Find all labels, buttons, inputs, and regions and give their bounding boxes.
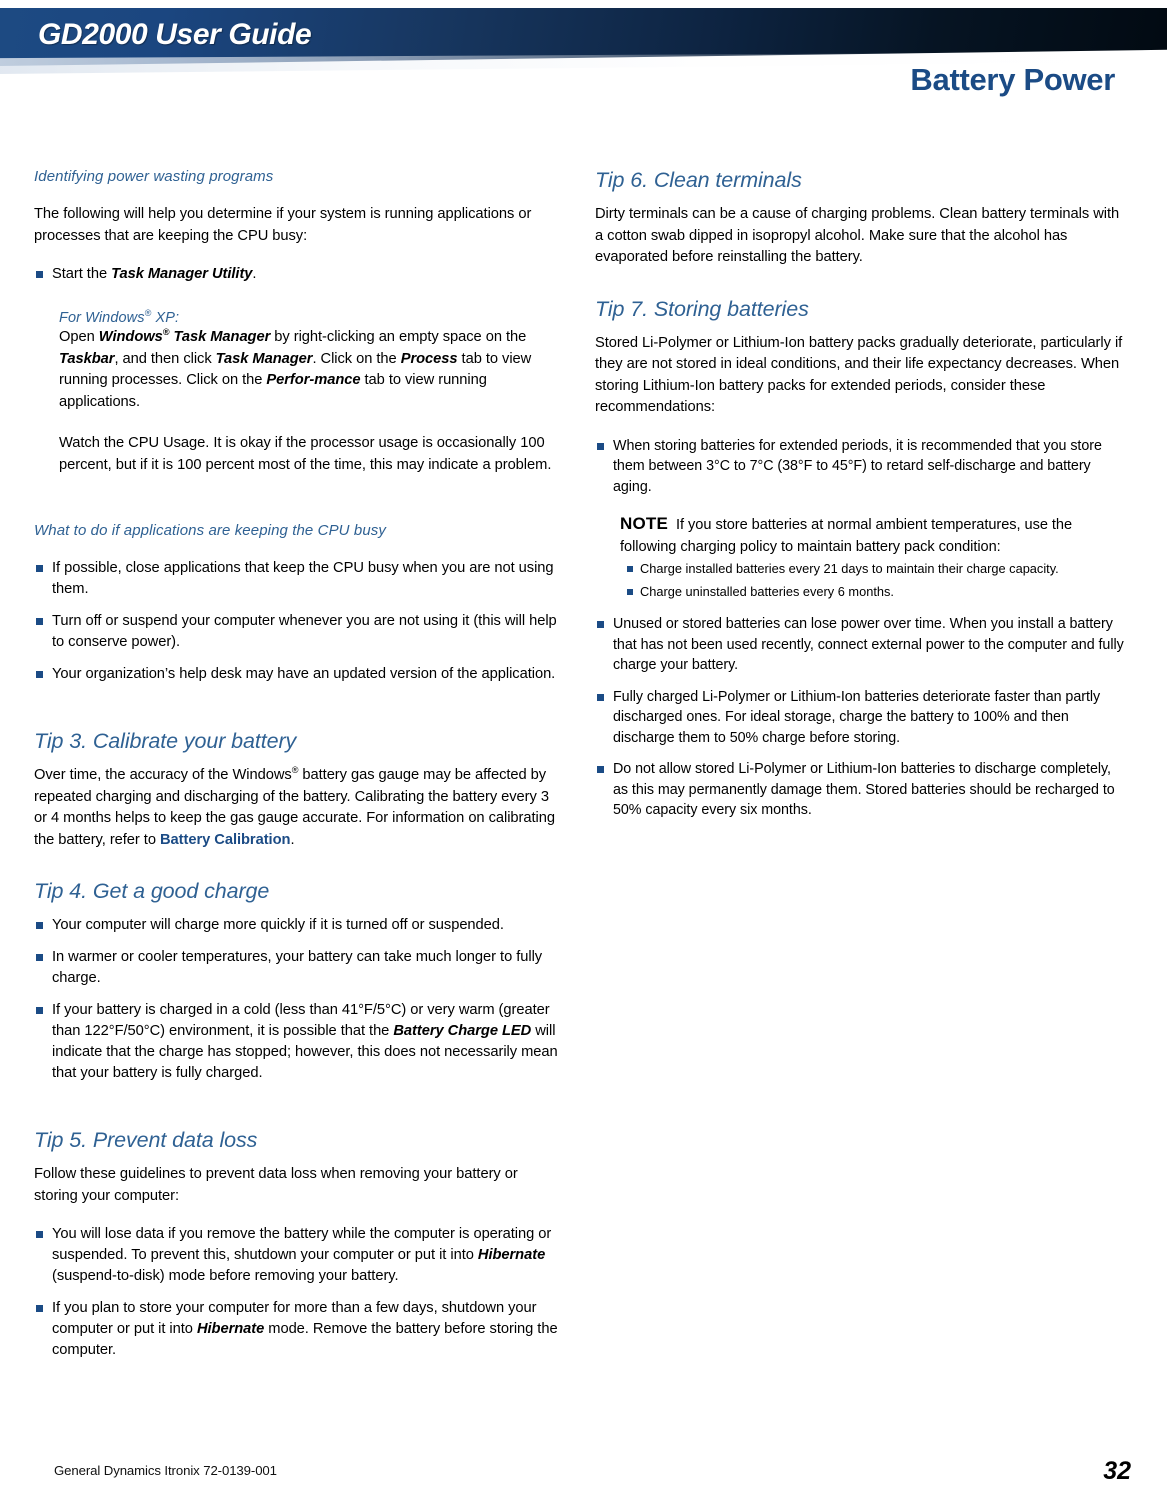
bullet-square-icon bbox=[36, 922, 43, 929]
tip6-paragraph: Dirty terminals can be a cause of chargi… bbox=[595, 206, 1120, 265]
bullet-square-icon bbox=[36, 565, 43, 572]
windows-xp-heading: For Windows® XP: bbox=[59, 309, 564, 326]
bullet-text: In warmer or cooler temperatures, your b… bbox=[52, 949, 543, 986]
bullet-text-pre: You will lose data if you remove the bat… bbox=[52, 1226, 552, 1263]
tip3-p3: . bbox=[290, 831, 295, 848]
bullet-list-prevent-data-loss: You will lose data if you remove the bat… bbox=[34, 1224, 564, 1361]
bullet-text: Charge installed batteries every 21 days… bbox=[640, 561, 1059, 576]
bullet-square-icon bbox=[36, 271, 43, 278]
bullet-square-icon bbox=[36, 954, 43, 961]
bullet-text: Fully charged Li-Polymer or Lithium-Ion … bbox=[613, 688, 1101, 746]
note-callout: NOTE If you store batteries at normal am… bbox=[620, 513, 1125, 600]
bullet-text: Do not allow stored Li-Polymer or Lithiu… bbox=[613, 761, 1115, 818]
bullet-text: Unused or stored batteries can lose powe… bbox=[613, 616, 1124, 673]
list-item: Charge installed batteries every 21 days… bbox=[626, 560, 1125, 578]
hibernate-term: Hibernate bbox=[477, 1247, 546, 1263]
list-item: Turn off or suspend your computer whenev… bbox=[34, 611, 564, 653]
xp-b2: Task Manager bbox=[169, 329, 271, 345]
tip-heading-prevent-data-loss: Tip 5. Prevent data loss bbox=[34, 1128, 258, 1152]
list-item: Start the Task Manager Utility. bbox=[34, 264, 564, 285]
xp-heading-pre: For Windows bbox=[59, 310, 145, 326]
left-column: Identifying power wasting programs The f… bbox=[34, 168, 564, 1375]
hibernate-term: Hibernate bbox=[196, 1321, 265, 1337]
list-item: If you plan to store your computer for m… bbox=[34, 1298, 564, 1361]
list-item: When storing batteries for extended peri… bbox=[595, 436, 1125, 498]
bullet-list-task-manager: Start the Task Manager Utility. bbox=[34, 264, 564, 285]
list-item: In warmer or cooler temperatures, your b… bbox=[34, 947, 564, 989]
list-item: If possible, close applications that kee… bbox=[34, 558, 564, 600]
bullet-text: Charge uninstalled batteries every 6 mon… bbox=[640, 583, 894, 599]
list-item: Do not allow stored Li-Polymer or Lithiu… bbox=[595, 759, 1125, 821]
bullet-square-icon bbox=[597, 693, 604, 701]
battery-charge-led-term: Battery Charge LED bbox=[393, 1023, 532, 1039]
xp-b1-text: Windows bbox=[98, 329, 163, 345]
tip7-paragraph: Stored Li-Polymer or Lithium-Ion battery… bbox=[595, 334, 1123, 416]
list-item: Your organization’s help desk may have a… bbox=[34, 664, 564, 685]
xp-b1: Windows® bbox=[98, 328, 170, 345]
bullet-text: When storing batteries for extended peri… bbox=[613, 437, 1102, 495]
bullet-text-post: (suspend-to-disk) mode before removing y… bbox=[52, 1268, 399, 1284]
bullet-text: Turn off or suspend your computer whenev… bbox=[52, 613, 557, 650]
xp-b3: Taskbar bbox=[59, 350, 115, 367]
bullet-square-icon bbox=[597, 442, 604, 450]
note-text: If you store batteries at normal ambient… bbox=[620, 517, 1073, 555]
xp-b6: Perfor-mance bbox=[266, 372, 361, 388]
bullet-square-icon bbox=[36, 1231, 43, 1238]
tip-heading-get-a-good-charge: Tip 4. Get a good charge bbox=[34, 879, 270, 903]
tip3-p1: Over time, the accuracy of the Windows bbox=[34, 767, 292, 783]
bullet-square-icon bbox=[36, 1007, 43, 1014]
bullet-text: Your organization’s help desk may have a… bbox=[52, 666, 556, 682]
list-item: You will lose data if you remove the bat… bbox=[34, 1224, 564, 1287]
tip3-paragraph: Over time, the accuracy of the Windows® … bbox=[34, 765, 564, 851]
xp-heading-post: XP: bbox=[151, 310, 180, 326]
windows-xp-instructions: For Windows® XP: Open Windows® Task Mana… bbox=[59, 309, 564, 476]
section-heading-identifying-power-wasting-programs: Identifying power wasting programs bbox=[34, 168, 274, 185]
bullet-text-post: . bbox=[252, 266, 257, 282]
list-item: Fully charged Li-Polymer or Lithium-Ion … bbox=[595, 687, 1125, 749]
tip-heading-clean-terminals: Tip 6. Clean terminals bbox=[595, 168, 802, 192]
bullet-list-good-charge: Your computer will charge more quickly i… bbox=[34, 915, 564, 1084]
note-paragraph: NOTE If you store batteries at normal am… bbox=[620, 513, 1125, 558]
tip-heading-calibrate-your-battery: Tip 3. Calibrate your battery bbox=[34, 729, 297, 753]
xp-t2: by right-clicking an empty space on the bbox=[270, 329, 527, 345]
xp-b4: Task Manager bbox=[215, 350, 313, 367]
chapter-title: Battery Power bbox=[910, 62, 1115, 97]
page-number: 32 bbox=[1103, 1457, 1131, 1485]
bullet-text: If possible, close applications that kee… bbox=[52, 560, 554, 597]
tip5-intro: Follow these guidelines to prevent data … bbox=[34, 1166, 518, 1204]
intro-paragraph: The following will help you determine if… bbox=[34, 206, 532, 244]
right-column: Tip 6. Clean terminals Dirty terminals c… bbox=[595, 168, 1125, 835]
list-item: Your computer will charge more quickly i… bbox=[34, 915, 564, 936]
bullet-square-icon bbox=[597, 621, 604, 628]
battery-calibration-link[interactable]: Battery Calibration bbox=[160, 832, 291, 848]
bullet-square-icon bbox=[36, 1305, 43, 1312]
list-item: Charge uninstalled batteries every 6 mon… bbox=[626, 583, 1125, 601]
list-item: Unused or stored batteries can lose powe… bbox=[595, 614, 1125, 676]
bullet-list-storing-batteries-1: When storing batteries for extended peri… bbox=[595, 436, 1125, 498]
xp-b5: Process bbox=[400, 350, 458, 367]
bullet-list-cpu-busy-actions: If possible, close applications that kee… bbox=[34, 558, 564, 685]
footer-document-id: General Dynamics Itronix 72-0139-001 bbox=[54, 1463, 277, 1478]
bullet-square-icon bbox=[627, 566, 633, 572]
bullet-square-icon bbox=[36, 618, 43, 625]
xp-t1: Open bbox=[59, 329, 99, 345]
bullet-text-bold: Task Manager Utility bbox=[111, 266, 253, 282]
bullet-square-icon bbox=[36, 671, 43, 678]
guide-title: GD2000 User Guide bbox=[38, 18, 312, 51]
list-item: If your battery is charged in a cold (le… bbox=[34, 1000, 564, 1084]
bullet-square-icon bbox=[597, 766, 604, 773]
task-manager-paragraph: Open Windows® Task Manager by right-clic… bbox=[59, 327, 564, 413]
note-subbullet-list: Charge installed batteries every 21 days… bbox=[626, 560, 1125, 600]
note-label: NOTE bbox=[620, 514, 669, 533]
section-heading-what-to-do-if-applications-keep-cpu-busy: What to do if applications are keeping t… bbox=[34, 522, 386, 539]
xp-t4: . Click on the bbox=[312, 350, 401, 367]
cpu-usage-paragraph: Watch the CPU Usage. It is okay if the p… bbox=[59, 435, 552, 473]
tip-heading-storing-batteries: Tip 7. Storing batteries bbox=[595, 296, 809, 321]
bullet-text: Your computer will charge more quickly i… bbox=[52, 917, 504, 933]
bullet-list-storing-batteries-2: Unused or stored batteries can lose powe… bbox=[595, 614, 1125, 821]
bullet-text-pre: Start the bbox=[52, 266, 112, 282]
bullet-square-icon bbox=[627, 588, 633, 595]
xp-t3: , and then click bbox=[114, 350, 216, 367]
